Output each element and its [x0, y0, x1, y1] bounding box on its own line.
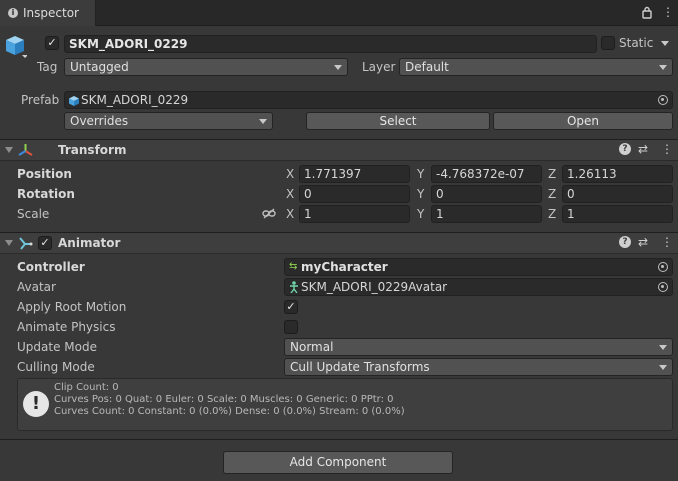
tag-dropdown[interactable]: Untagged [64, 58, 348, 76]
update-mode-label: Update Mode [17, 340, 97, 354]
rotation-z-axis[interactable]: Z [548, 187, 556, 201]
select-button[interactable]: Select [306, 112, 490, 130]
prefab-field[interactable]: SKM_ADORI_0229 [64, 91, 673, 109]
tab-bar: i Inspector ⋮ [0, 0, 678, 26]
animator-info-box: ! Clip Count: 0 Curves Pos: 0 Quat: 0 Eu… [17, 378, 673, 431]
info-line-3: Curves Count: 0 Constant: 0 (0.0%) Dense… [54, 406, 405, 417]
tab-inspector[interactable]: i Inspector [0, 0, 96, 26]
position-x-axis[interactable]: X [286, 167, 294, 181]
prefab-cube-icon [69, 95, 79, 106]
object-picker-icon[interactable] [658, 95, 668, 105]
info-line-2: Curves Pos: 0 Quat: 0 Euler: 0 Scale: 0 … [54, 394, 394, 405]
prefab-label: Prefab [21, 93, 60, 107]
apply-root-motion-label: Apply Root Motion [17, 300, 127, 314]
animator-icon [18, 236, 33, 251]
preset-settings-icon[interactable]: ⇄ [638, 235, 648, 249]
collapse-arrow-icon[interactable] [5, 240, 13, 246]
culling-mode-label: Culling Mode [17, 360, 95, 374]
layer-dropdown[interactable]: Default [399, 58, 673, 76]
animator-header[interactable]: ✓ Animator ? ⇄ ⋮ [0, 232, 678, 254]
culling-mode-dropdown[interactable]: Cull Update Transforms [284, 358, 673, 376]
position-y-field[interactable]: -4.768372e-07 [431, 165, 542, 183]
static-checkbox[interactable] [601, 36, 615, 50]
object-cube-icon [5, 34, 28, 58]
scale-z-axis[interactable]: Z [548, 207, 556, 221]
rotation-z-field[interactable]: 0 [562, 185, 673, 203]
transform-header[interactable]: Transform ? ⇄ ⋮ [0, 139, 678, 161]
tag-label: Tag [37, 60, 58, 74]
avatar-label: Avatar [17, 280, 56, 294]
overrides-dropdown[interactable]: Overrides [64, 112, 273, 130]
scale-y-axis[interactable]: Y [417, 207, 424, 221]
rotation-x-axis[interactable]: X [286, 187, 294, 201]
controller-field[interactable]: ⇆ myCharacter [284, 258, 673, 276]
animate-physics-checkbox[interactable] [284, 320, 298, 334]
rotation-y-field[interactable]: 0 [431, 185, 542, 203]
position-label: Position [17, 167, 72, 181]
active-checkbox[interactable]: ✓ [45, 36, 59, 50]
scale-x-field[interactable]: 1 [299, 205, 410, 223]
tab-label: Inspector [23, 6, 79, 20]
avatar-field[interactable]: SKM_ADORI_0229Avatar [284, 278, 673, 296]
help-icon[interactable]: ? [619, 236, 631, 248]
animator-enabled-checkbox[interactable]: ✓ [38, 236, 52, 250]
rotation-x-field[interactable]: 0 [299, 185, 410, 203]
avatar-icon [289, 281, 299, 294]
position-z-field[interactable]: 1.26113 [562, 165, 673, 183]
position-y-axis[interactable]: Y [417, 167, 424, 181]
scale-x-axis[interactable]: X [286, 207, 294, 221]
help-icon[interactable]: ? [619, 143, 631, 155]
open-button[interactable]: Open [493, 112, 673, 130]
preset-settings-icon[interactable]: ⇄ [638, 142, 648, 156]
scale-z-field[interactable]: 1 [562, 205, 673, 223]
info-line-1: Clip Count: 0 [54, 382, 119, 393]
warning-icon: ! [23, 391, 49, 417]
transform-icon [18, 143, 33, 158]
more-options-icon[interactable]: ⋮ [662, 5, 674, 19]
add-component-button[interactable]: Add Component [223, 451, 453, 474]
animator-controller-icon: ⇆ [289, 261, 298, 272]
rotation-label: Rotation [17, 187, 75, 201]
apply-root-motion-checkbox[interactable]: ✓ [284, 300, 298, 314]
position-x-field[interactable]: 1.771397 [299, 165, 410, 183]
object-picker-icon[interactable] [658, 282, 668, 292]
animate-physics-label: Animate Physics [17, 320, 116, 334]
position-z-axis[interactable]: Z [548, 167, 556, 181]
object-picker-icon[interactable] [658, 262, 668, 272]
rotation-y-axis[interactable]: Y [417, 187, 424, 201]
layer-label: Layer [362, 60, 396, 74]
scale-y-field[interactable]: 1 [431, 205, 542, 223]
lock-icon[interactable] [642, 6, 652, 19]
info-icon: i [8, 8, 18, 18]
update-mode-dropdown[interactable]: Normal [284, 338, 673, 356]
static-dropdown-caret[interactable] [661, 41, 669, 46]
collapse-arrow-icon[interactable] [5, 147, 13, 153]
object-name-field[interactable]: SKM_ADORI_0229 [64, 35, 597, 53]
transform-title: Transform [58, 143, 127, 157]
constrain-proportions-icon[interactable] [262, 208, 276, 219]
scale-label: Scale [17, 207, 50, 221]
component-menu-icon[interactable]: ⋮ [661, 235, 673, 249]
divider [0, 439, 678, 440]
controller-label: Controller [17, 260, 85, 274]
component-menu-icon[interactable]: ⋮ [661, 142, 673, 156]
animator-title: Animator [58, 236, 121, 250]
static-label: Static [619, 36, 654, 50]
